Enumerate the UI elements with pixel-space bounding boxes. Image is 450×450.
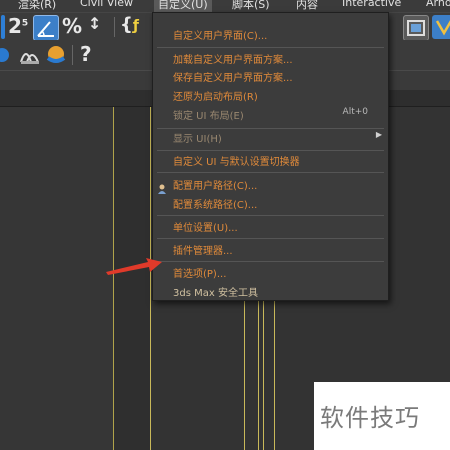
menu-item-label: 自定义 UI 与默认设置切换器 <box>173 157 300 168</box>
watermark-text: 软件技巧 <box>320 404 420 432</box>
menu-item-label: 锁定 UI 布局(E) <box>173 111 244 122</box>
menu-item-label: 配置用户路径(C)... <box>173 181 258 192</box>
menu-item-label: 3ds Max 安全工具 <box>173 288 258 299</box>
menu-item-save-ui-scheme[interactable]: 保存自定义用户界面方案... <box>153 67 388 85</box>
menu-separator <box>157 215 384 216</box>
toolbar-divider <box>114 17 115 37</box>
spinner-snap-icon[interactable]: ↕ <box>88 14 101 33</box>
menu-item-label: 插件管理器... <box>173 246 233 257</box>
render-frame-icon[interactable] <box>403 15 429 41</box>
menu-item-customize-ui[interactable]: 自定义用户界面(C)... <box>153 25 388 43</box>
menu-item-lock-ui-layout[interactable]: 锁定 UI 布局(E) Alt+0 <box>153 105 388 123</box>
menu-item-label: 显示 UI(H) <box>173 134 222 145</box>
menu-arnold[interactable]: Arno <box>426 0 450 9</box>
menu-separator <box>157 261 384 262</box>
red-arrow-icon <box>106 258 162 275</box>
cloth-icon[interactable] <box>0 44 12 68</box>
viewport-left[interactable] <box>0 107 114 450</box>
snap-toggle-icon[interactable]: 25 <box>8 14 28 38</box>
menu-item-plugin-manager[interactable]: 插件管理器... <box>153 240 388 258</box>
watermark: 软件技巧 <box>314 382 450 450</box>
render-setup-icon[interactable] <box>432 15 450 39</box>
help-icon[interactable]: ? <box>80 42 92 66</box>
menu-separator <box>157 238 384 239</box>
menu-content[interactable]: 内容 <box>296 0 318 12</box>
menu-render[interactable]: 渲染(R) <box>18 0 56 12</box>
menu-interactive[interactable]: Interactive <box>342 0 401 9</box>
menu-item-revert-layout[interactable]: 还原为启动布局(R) <box>153 86 388 104</box>
customize-dropdown-menu: 自定义用户界面(C)... 加载自定义用户界面方案... 保存自定义用户界面方案… <box>152 12 389 301</box>
fluid-icon[interactable] <box>44 44 68 68</box>
hair-icon[interactable] <box>18 44 42 68</box>
menu-item-show-ui[interactable]: 显示 UI(H) ▶ <box>153 128 388 146</box>
angle-snap-icon[interactable] <box>33 15 59 41</box>
menu-item-configure-user-paths[interactable]: 配置用户路径(C)... <box>153 175 388 194</box>
user-path-icon <box>157 179 169 194</box>
menu-item-label: 配置系统路径(C)... <box>173 200 258 211</box>
menu-item-label: 单位设置(U)... <box>173 223 238 234</box>
menu-separator <box>157 172 384 173</box>
menu-item-ui-defaults-switcher[interactable]: 自定义 UI 与默认设置切换器 <box>153 151 388 169</box>
percent-snap-icon[interactable]: % <box>62 14 82 38</box>
menu-item-label: 首选项(P)... <box>173 269 227 280</box>
menu-item-security-tools[interactable]: 3ds Max 安全工具 <box>153 282 388 300</box>
submenu-arrow-icon: ▶ <box>375 130 382 139</box>
menu-item-preferences[interactable]: 首选项(P)... <box>153 263 388 281</box>
menu-item-label: 还原为启动布局(R) <box>173 92 258 103</box>
snap-sub-label: 5 <box>21 18 29 29</box>
menu-item-label: 加载自定义用户界面方案... <box>173 55 293 66</box>
toolbar-divider-2 <box>72 45 73 65</box>
menu-civil-view[interactable]: Civil View <box>80 0 133 9</box>
menu-bar: 渲染(R) Civil View 自定义(U) 脚本(S) 内容 Interac… <box>0 0 450 12</box>
menu-item-units-setup[interactable]: 单位设置(U)... <box>153 217 388 235</box>
named-selection-icon[interactable]: {ƒ <box>120 14 139 35</box>
toolbar-edge-icon[interactable] <box>1 15 5 39</box>
menu-script[interactable]: 脚本(S) <box>232 0 270 12</box>
menu-item-configure-system-paths[interactable]: 配置系统路径(C)... <box>153 194 388 212</box>
menu-item-label: 自定义用户界面(C)... <box>173 31 268 42</box>
menu-separator <box>157 47 384 48</box>
menu-item-load-ui-scheme[interactable]: 加载自定义用户界面方案... <box>153 49 388 67</box>
menu-item-shortcut: Alt+0 <box>342 107 368 117</box>
menu-customize[interactable]: 自定义(U) <box>154 0 212 12</box>
menu-item-label: 保存自定义用户界面方案... <box>173 73 293 84</box>
